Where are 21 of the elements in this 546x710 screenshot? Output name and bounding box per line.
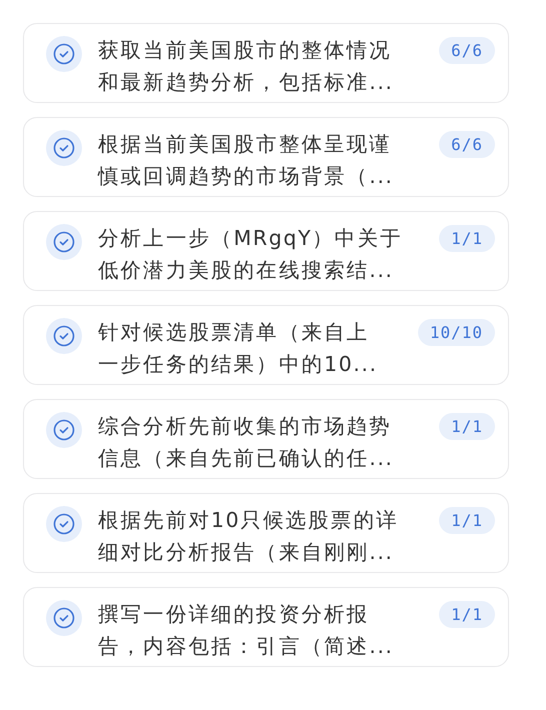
task-description: 根据先前对10只候选股票的详 细对比分析报告（来自刚刚... [98,507,400,566]
task-description: 获取当前美国股市的整体情况 和最新趋势分析，包括标准... [98,37,395,96]
task-card[interactable]: 根据当前美国股市整体呈现谨 慎或回调趋势的市场背景（... 6/6 [23,117,509,197]
task-description: 分析上一步（MRgqY）中关于 低价潜力美股的在线搜索结... [98,225,404,284]
task-description: 根据当前美国股市整体呈现谨 慎或回调趋势的市场背景（... [98,131,395,190]
progress-count: 1/1 [439,507,495,534]
task-card[interactable]: 综合分析先前收集的市场趋势 信息（来自先前已确认的任... 1/1 [23,399,509,479]
task-card[interactable]: 获取当前美国股市的整体情况 和最新趋势分析，包括标准... 6/6 [23,23,509,103]
task-card[interactable]: 根据先前对10只候选股票的详 细对比分析报告（来自刚刚... 1/1 [23,493,509,573]
task-card[interactable]: 分析上一步（MRgqY）中关于 低价潜力美股的在线搜索结... 1/1 [23,211,509,291]
progress-count: 10/10 [418,319,495,346]
task-description: 针对候选股票清单（来自上 一步任务的结果）中的10... [98,319,379,378]
progress-count: 6/6 [439,131,495,158]
task-card[interactable]: 撰写一份详细的投资分析报 告，内容包括：引言（简述... 1/1 [23,587,509,667]
progress-count: 1/1 [439,413,495,440]
progress-count: 1/1 [439,601,495,628]
task-card[interactable]: 针对候选股票清单（来自上 一步任务的结果）中的10... 10/10 [23,305,509,385]
task-description: 综合分析先前收集的市场趋势 信息（来自先前已确认的任... [98,413,395,472]
progress-count: 6/6 [439,37,495,64]
progress-count: 1/1 [439,225,495,252]
task-description: 撰写一份详细的投资分析报 告，内容包括：引言（简述... [98,601,395,660]
